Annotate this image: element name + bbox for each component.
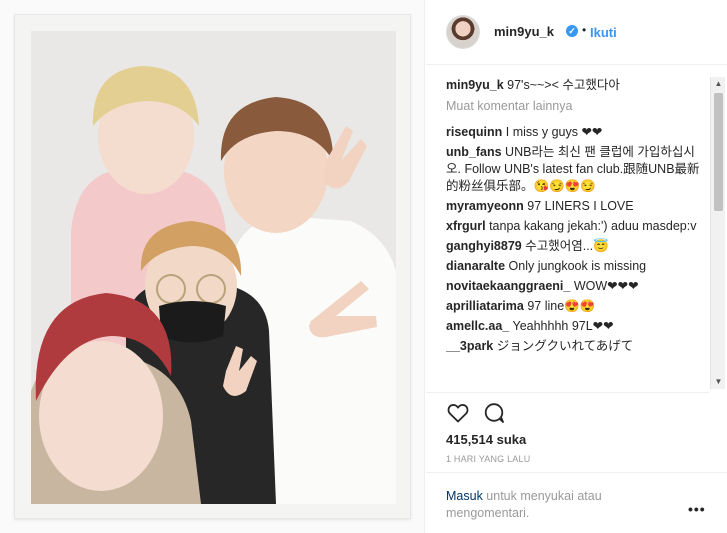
caption-username[interactable]: min9yu_k [446, 78, 504, 92]
action-bar [426, 392, 709, 432]
list-item: aprilliatarima 97 line😍😍 [446, 298, 708, 315]
likes-count[interactable]: 415,514 suka [446, 432, 526, 447]
comment-username[interactable]: amellc.aa_ [446, 319, 509, 333]
comment-text: 수고했어염...😇 [525, 239, 609, 253]
comment-text: WOW❤❤❤ [573, 279, 639, 293]
comment-username[interactable]: novitaekaanggraeni_ [446, 279, 570, 293]
like-button[interactable] [446, 401, 470, 425]
list-item: ganghyi8879 수고했어염...😇 [446, 238, 708, 255]
comment-button[interactable] [482, 401, 506, 425]
avatar[interactable] [446, 15, 480, 49]
verified-badge-icon: ✓ [566, 25, 578, 37]
comment-icon [484, 403, 504, 423]
list-item: xfrgurl tanpa kakang jekah:') aduu masde… [446, 218, 708, 235]
list-item: __3park ジョングクいれてあげて [446, 338, 708, 355]
scrollbar-thumb[interactable] [714, 93, 723, 211]
comment-text: Only jungkook is missing [508, 259, 647, 273]
group-selfie-illustration [31, 31, 396, 504]
comment-text: ジョングクいれてあげて [496, 339, 634, 353]
comment-text: I miss y guys ❤❤ [505, 125, 603, 139]
list-item: risequinn I miss y guys ❤❤ [446, 124, 708, 141]
login-link[interactable]: Masuk [446, 489, 483, 503]
comments-list[interactable]: min9yu_k 97's~~>< 수고했다아 Muat komentar la… [446, 77, 708, 389]
comment-username[interactable]: myramyeonn [446, 199, 524, 213]
comment-text: Yeahhhhh 97L❤❤ [512, 319, 614, 333]
comment-username[interactable]: ganghyi8879 [446, 239, 522, 253]
scroll-up-icon[interactable]: ▲ [711, 77, 726, 91]
post-header: min9yu_k ✓ • Ikuti [426, 0, 727, 65]
list-item: myramyeonn 97 LINERS I LOVE [446, 198, 708, 215]
heart-icon [447, 404, 469, 423]
more-options-icon[interactable]: ••• [688, 501, 706, 517]
login-prompt: Masuk untuk menyukai atau mengomentari. … [426, 472, 727, 533]
post-timestamp[interactable]: 1 HARI YANG LALU [446, 454, 530, 464]
post-details-panel: min9yu_k ✓ • Ikuti min9yu_k 97's~~>< 수고했… [426, 0, 727, 533]
scroll-down-icon[interactable]: ▼ [711, 375, 726, 389]
list-item: amellc.aa_ Yeahhhhh 97L❤❤ [446, 318, 708, 335]
comment-username[interactable]: unb_fans [446, 145, 502, 159]
caption: min9yu_k 97's~~>< 수고했다아 [446, 77, 708, 94]
polaroid-frame [14, 14, 411, 519]
separator-dot: • [582, 23, 587, 37]
comment-username[interactable]: aprilliatarima [446, 299, 524, 313]
list-item: unb_fans UNB라는 최신 팬 클럽에 가입하십시오. Follow U… [446, 144, 708, 195]
comment-text: tanpa kakang jekah:') aduu masdep:v [489, 219, 697, 233]
comment-username[interactable]: dianaralte [446, 259, 505, 273]
comment-username[interactable]: __3park [446, 339, 493, 353]
comment-text: 97 line😍😍 [527, 299, 596, 313]
list-item: novitaekaanggraeni_ WOW❤❤❤ [446, 278, 708, 295]
photo-column [0, 0, 425, 533]
login-prompt-text: Masuk untuk menyukai atau mengomentari. [446, 488, 666, 522]
comment-text: 97 LINERS I LOVE [527, 199, 634, 213]
comment-username[interactable]: xfrgurl [446, 219, 486, 233]
list-item: dianaralte Only jungkook is missing [446, 258, 708, 275]
comments-scrollbar[interactable]: ▲ ▼ [710, 77, 725, 389]
header-username[interactable]: min9yu_k [494, 24, 554, 39]
caption-text: 97's~~>< 수고했다아 [507, 78, 620, 92]
post-photo[interactable] [31, 31, 396, 504]
comment-username[interactable]: risequinn [446, 125, 502, 139]
load-more-comments-link[interactable]: Muat komentar lainnya [446, 98, 708, 115]
follow-button[interactable]: Ikuti [590, 25, 617, 40]
